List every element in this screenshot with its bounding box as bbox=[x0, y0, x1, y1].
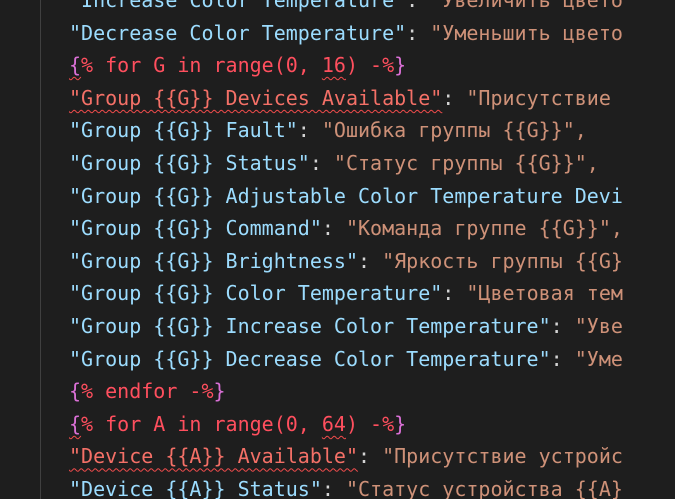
code-line-1[interactable]: "Increase Color Temperature": "Увеличить… bbox=[0, 0, 675, 17]
json-value: "Яркость группы {{G} bbox=[382, 248, 623, 273]
code-line-6[interactable]: "Group {{G}} Status": "Статус группы {{G… bbox=[0, 147, 675, 180]
json-key: "Group {{G}} Fault" bbox=[69, 118, 298, 143]
template-open-brace: { bbox=[69, 379, 82, 404]
json-value: "Присутствие устройс bbox=[382, 444, 623, 469]
code-line-12[interactable]: "Group {{G}} Decrease Color Temperature"… bbox=[0, 343, 675, 376]
json-value: "Статус группы {{G}}", bbox=[333, 151, 599, 175]
code-line-13[interactable]: {% endfor -%} bbox=[0, 375, 675, 408]
code-line-2[interactable]: "Decrease Color Temperature": "Уменьшить… bbox=[0, 17, 675, 50]
json-key: "Decrease Color Temperature" bbox=[69, 20, 407, 45]
code-line-11[interactable]: "Group {{G}} Increase Color Temperature"… bbox=[0, 310, 675, 343]
colon: : bbox=[357, 444, 383, 469]
code-line-4[interactable]: "Group {{G}} Devices Available": "Присут… bbox=[0, 82, 675, 115]
json-value: "Увеличить цвето bbox=[430, 0, 623, 12]
json-key: "Group {{G}} Status" bbox=[69, 151, 310, 175]
json-key: "Group {{G}} Brightness" bbox=[69, 248, 358, 273]
json-value: "Присутствие bbox=[466, 85, 611, 110]
json-key: "Group {{G}} Adjustable Color Temperatur… bbox=[69, 183, 623, 208]
template-tag-end: ) -% bbox=[345, 411, 395, 436]
colon: : bbox=[297, 118, 322, 143]
colon: : bbox=[406, 0, 431, 12]
json-value: "Уме bbox=[574, 346, 623, 371]
colon: : bbox=[550, 314, 575, 338]
code-line-8[interactable]: "Group {{G}} Command": "Команда группе {… bbox=[0, 212, 675, 245]
template-close-brace: } bbox=[394, 53, 407, 78]
code-line-3[interactable]: {% for G in range(0, 16) -%} bbox=[0, 49, 675, 82]
json-value: "Уменьшить цвето bbox=[430, 20, 623, 45]
json-value: "Уве bbox=[574, 314, 623, 338]
template-open-brace: { bbox=[69, 411, 82, 436]
code-line-16[interactable]: "Device {{A}} Status": "Статус устройств… bbox=[0, 473, 675, 499]
colon: : bbox=[321, 216, 346, 241]
colon: : bbox=[550, 346, 575, 371]
json-key: "Group {{G}} Command" bbox=[69, 216, 322, 241]
json-key: "Increase Color Temperature" bbox=[69, 0, 407, 12]
json-key-error: "Group {{G}} Devices Available" bbox=[69, 85, 443, 110]
code-line-5[interactable]: "Group {{G}} Fault": "Ошибка группы {{G}… bbox=[0, 114, 675, 147]
code-line-15[interactable]: "Device {{A}} Available": "Присутствие у… bbox=[0, 440, 675, 473]
colon: : bbox=[357, 248, 383, 273]
code-line-10[interactable]: "Group {{G}} Color Temperature": "Цветов… bbox=[0, 277, 675, 310]
colon: : bbox=[442, 85, 467, 110]
template-open-brace: { bbox=[69, 53, 82, 78]
template-number: 64 bbox=[321, 411, 346, 436]
colon: : bbox=[442, 281, 467, 306]
json-key: "Group {{G}} Increase Color Temperature" bbox=[69, 314, 551, 338]
json-value: "Статус устройства {{A} bbox=[345, 477, 623, 499]
json-key: "Group {{G}} Decrease Color Temperature" bbox=[69, 346, 551, 371]
colon: : bbox=[406, 20, 431, 45]
json-value: "Цветовая тем bbox=[466, 281, 623, 306]
indent-guide bbox=[40, 0, 41, 499]
colon: : bbox=[321, 477, 346, 499]
code-editor[interactable]: "Increase Color Temperature": "Увеличить… bbox=[0, 0, 675, 499]
template-close-brace: } bbox=[213, 379, 226, 404]
code-line-14[interactable]: {% for A in range(0, 64) -%} bbox=[0, 408, 675, 441]
json-key-error: "Device {{A}} Available" bbox=[69, 444, 358, 469]
code-line-7[interactable]: "Group {{G}} Adjustable Color Temperatur… bbox=[0, 180, 675, 213]
json-key: "Device {{A}} Status" bbox=[69, 477, 322, 499]
template-close-brace: } bbox=[394, 411, 407, 436]
json-key: "Group {{G}} Color Temperature" bbox=[69, 281, 443, 306]
template-tag-end: ) -% bbox=[345, 53, 395, 78]
code-line-9[interactable]: "Group {{G}} Brightness": "Яркость групп… bbox=[0, 245, 675, 278]
colon: : bbox=[309, 151, 334, 175]
json-value: "Ошибка группы {{G}}", bbox=[321, 118, 587, 143]
template-number: 16 bbox=[321, 53, 346, 78]
template-tag: % for G in range(0, bbox=[81, 53, 322, 78]
template-tag: % endfor -% bbox=[81, 379, 214, 404]
json-value: "Команда группе {{G}}", bbox=[345, 216, 623, 241]
template-tag: % for A in range(0, bbox=[81, 411, 322, 436]
